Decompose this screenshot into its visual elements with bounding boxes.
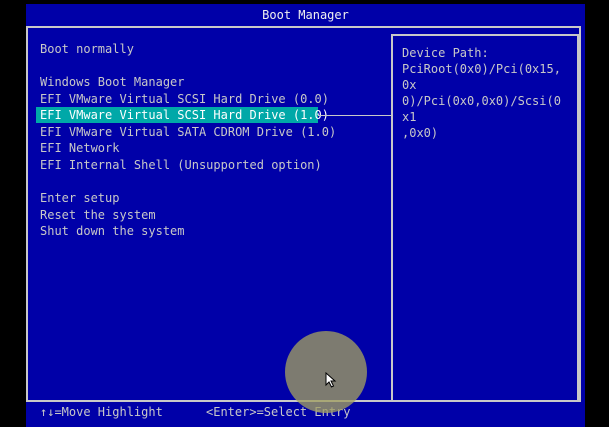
menu-item-windows-boot-manager[interactable]: Windows Boot Manager — [40, 74, 185, 90]
menu-item-scsi-drive-0-0[interactable]: EFI VMware Virtual SCSI Hard Drive (0.0) — [40, 91, 329, 107]
selection-connector-line — [318, 115, 391, 116]
menu-item-reset-system[interactable]: Reset the system — [40, 207, 156, 223]
menu-item-shut-down[interactable]: Shut down the system — [40, 223, 185, 239]
menu-item-scsi-drive-1-0[interactable]: EFI VMware Virtual SCSI Hard Drive (1.0) — [36, 107, 329, 123]
device-path-line-2: 0)/Pci(0x0,0x0)/Scsi(0x1 — [402, 94, 561, 124]
footer-navigate-hint: ↑↓=Move Highlight — [40, 405, 163, 419]
menu-item-enter-setup[interactable]: Enter setup — [40, 190, 119, 206]
device-path-line-3: ,0x0) — [402, 126, 439, 140]
device-path-line-1: PciRoot(0x0)/Pci(0x15,0x — [402, 62, 561, 92]
mouse-pointer-icon — [325, 372, 337, 388]
screen-title: Boot Manager — [262, 8, 349, 22]
menu-item-efi-network[interactable]: EFI Network — [40, 140, 119, 156]
menu-item-sata-cdrom[interactable]: EFI VMware Virtual SATA CDROM Drive (1.0… — [40, 124, 336, 140]
menu-item-efi-internal-shell[interactable]: EFI Internal Shell (Unsupported option) — [40, 157, 322, 173]
menu-item-boot-normally[interactable]: Boot normally — [40, 41, 134, 57]
device-path-info: Device Path: PciRoot(0x0)/Pci(0x15,0x 0)… — [402, 45, 568, 141]
vm-console-screen: Boot Manager Boot normally Windows Boot … — [0, 0, 609, 427]
device-path-heading: Device Path: — [402, 46, 489, 60]
